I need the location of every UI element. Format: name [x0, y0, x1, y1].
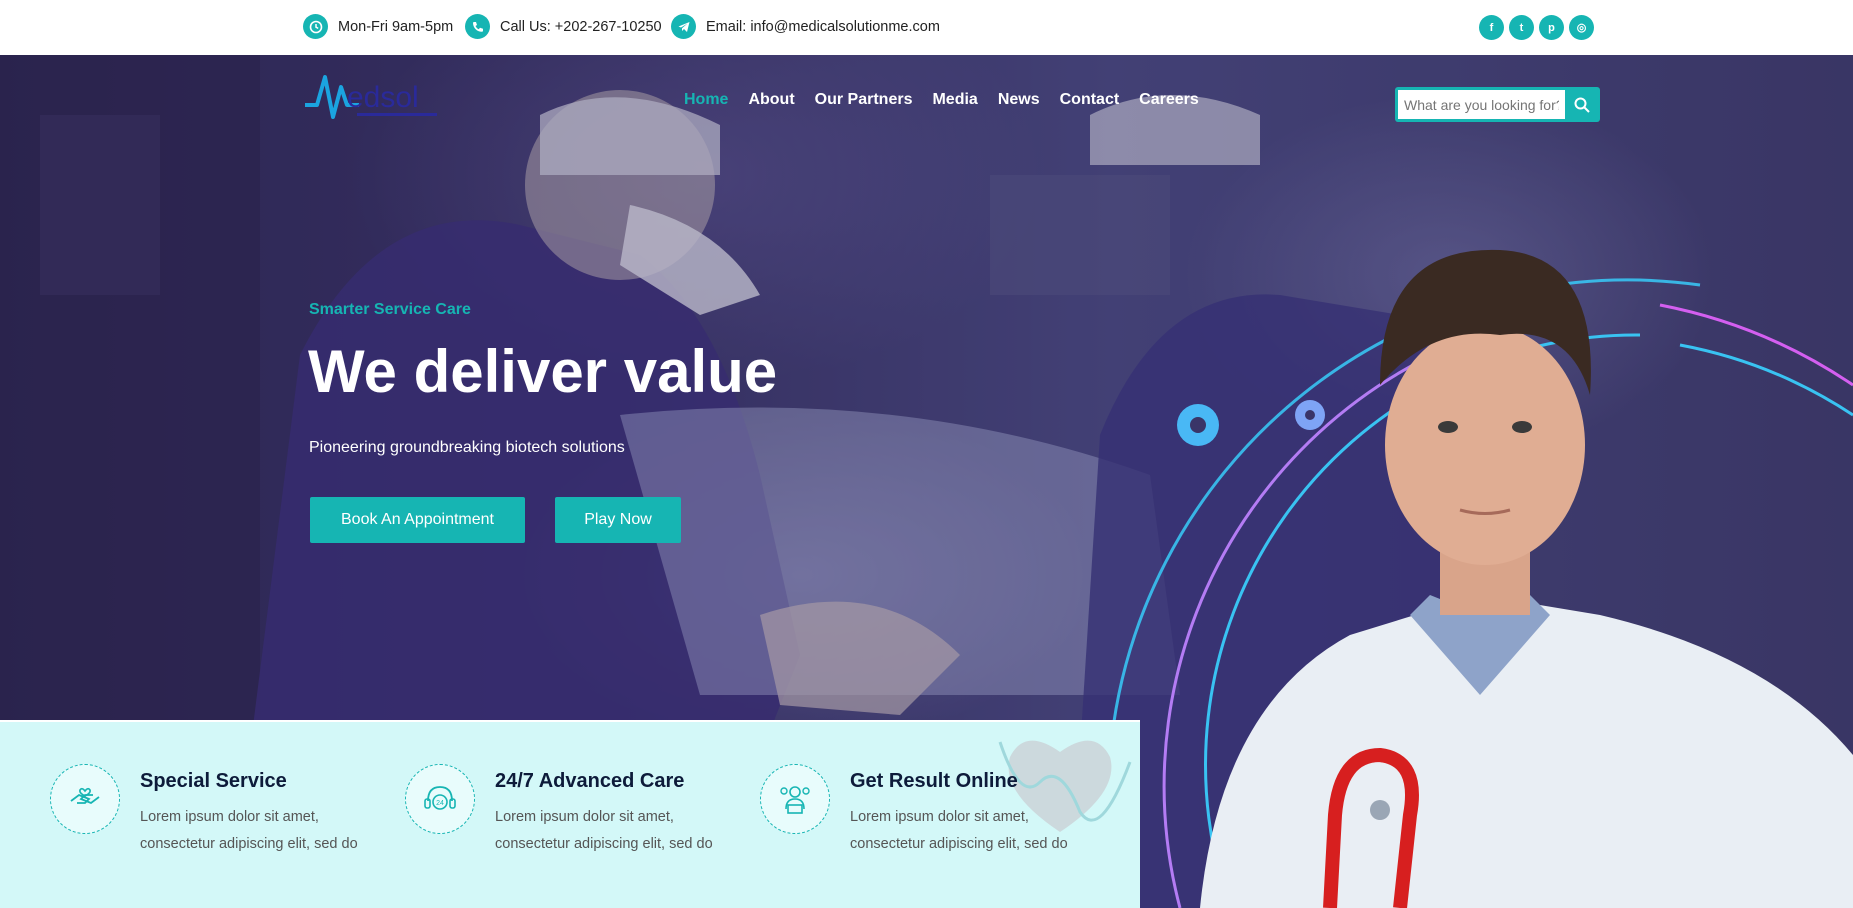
hours-info: Mon-Fri 9am-5pm — [303, 14, 453, 39]
feature-results-online: Get Result Online Lorem ipsum dolor sit … — [760, 722, 1100, 908]
headset-24-icon: 24 — [405, 764, 475, 834]
doctor-laptop-icon — [760, 764, 830, 834]
email-info[interactable]: Email: info@medicalsolutionme.com — [671, 14, 940, 39]
hero-subtitle: Pioneering groundbreaking biotech soluti… — [309, 439, 625, 456]
hands-heart-icon — [50, 764, 120, 834]
nav-home[interactable]: Home — [684, 91, 728, 109]
hero-section: edsol Home About Our Partners Media News… — [0, 55, 1853, 908]
instagram-icon[interactable]: ◎ — [1569, 15, 1594, 40]
book-appointment-button[interactable]: Book An Appointment — [310, 497, 525, 543]
hours-text: Mon-Fri 9am-5pm — [338, 18, 454, 35]
phone-text[interactable]: Call Us: +202-267-10250 — [500, 19, 662, 35]
doctor-illustration — [1108, 249, 1853, 908]
svg-text:24: 24 — [436, 800, 444, 807]
hero-eyebrow: Smarter Service Care — [309, 301, 471, 318]
feature-title: 24/7 Advanced Care — [495, 770, 685, 792]
hero-headline: We deliver value — [308, 338, 778, 405]
twitter-icon[interactable]: t — [1509, 15, 1534, 40]
pinterest-icon[interactable]: p — [1539, 15, 1564, 40]
clock-icon — [303, 14, 328, 39]
play-now-button[interactable]: Play Now — [555, 497, 681, 543]
nav-our-partners[interactable]: Our Partners — [815, 91, 913, 109]
phone-icon — [465, 14, 490, 39]
nav-media[interactable]: Media — [932, 91, 977, 109]
send-icon — [671, 14, 696, 39]
facebook-icon[interactable]: f — [1479, 15, 1504, 40]
top-bar: Mon-Fri 9am-5pm Call Us: +202-267-10250 … — [0, 0, 1853, 55]
email-text[interactable]: Email: info@medicalsolutionme.com — [706, 19, 940, 35]
feature-title: Get Result Online — [850, 770, 1018, 792]
feature-text: Lorem ipsum dolor sit amet, consectetur a… — [850, 809, 1068, 852]
social-links: f t p ◎ — [1479, 15, 1594, 40]
logo-text: edsol — [347, 81, 419, 114]
medsol-logo[interactable]: edsol — [303, 69, 438, 131]
features-panel: Special Service Lorem ipsum dolor sit am… — [0, 720, 1140, 908]
feature-text: Lorem ipsum dolor sit amet, consectetur a… — [140, 809, 358, 852]
feature-title: Special Service — [140, 770, 287, 792]
feature-special-service: Special Service Lorem ipsum dolor sit am… — [50, 722, 390, 908]
feature-advanced-care: 24 24/7 Advanced Care Lorem ipsum dolor … — [405, 722, 745, 908]
feature-text: Lorem ipsum dolor sit amet, consectetur a… — [495, 809, 713, 852]
nav-news[interactable]: News — [998, 91, 1040, 109]
nav-about[interactable]: About — [748, 91, 794, 109]
phone-info[interactable]: Call Us: +202-267-10250 — [465, 14, 662, 39]
